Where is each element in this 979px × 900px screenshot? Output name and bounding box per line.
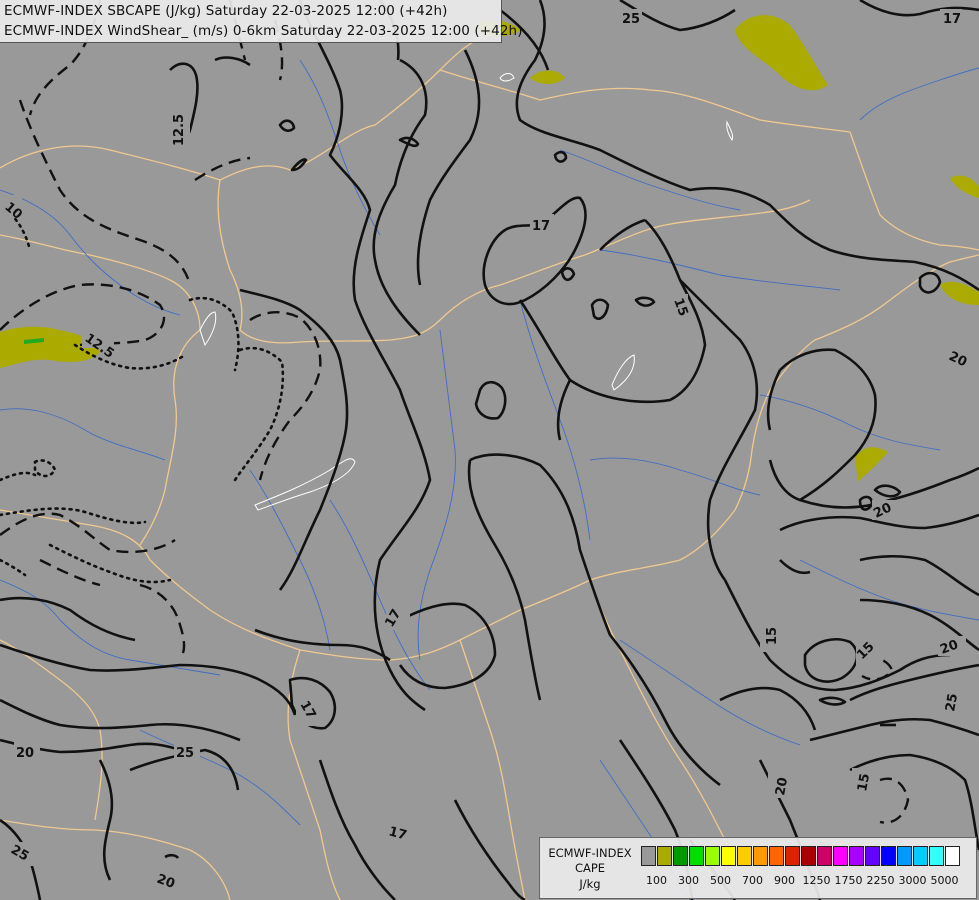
contour-label: 25 — [943, 692, 961, 712]
legend-swatch — [833, 846, 848, 866]
legend-swatch — [737, 846, 752, 866]
legend-swatch — [801, 846, 816, 866]
legend-tick-labels: 100 300 500 700 900 1250 1750 2250 3000 5000 — [540, 874, 976, 890]
legend-swatch — [673, 846, 688, 866]
legend-tick-label: 1250 — [802, 874, 831, 887]
legend-swatch — [657, 846, 672, 866]
legend-tick-label: 300 — [678, 874, 699, 887]
legend-swatch — [817, 846, 832, 866]
legend-swatch — [753, 846, 768, 866]
legend-swatch — [769, 846, 784, 866]
contour-label: 20 — [16, 746, 34, 761]
contour-label: 15 — [765, 627, 780, 645]
cape-legend: ECMWF-INDEX CAPE J/kg 100 300 500 700 900 125… — [539, 837, 977, 899]
legend-tick-label: 900 — [774, 874, 795, 887]
weather-map: 25 17 12.5 10 12.5 17 15 20 20 17 15 15 … — [0, 0, 979, 900]
legend-title-model: ECMWF-INDEX — [548, 846, 632, 860]
legend-swatch — [913, 846, 928, 866]
legend-swatch — [865, 846, 880, 866]
windshear-title: ECMWF-INDEX WindShear_ (m/s) 0-6km Satur… — [4, 23, 523, 39]
legend-swatch — [785, 846, 800, 866]
legend-tick-label: 5000 — [930, 874, 959, 887]
contour-label: 25 — [622, 12, 640, 27]
map-title-box: ECMWF-INDEX SBCAPE (J/kg) Saturday 22-03… — [0, 0, 522, 43]
contour-label: 15 — [855, 772, 873, 792]
legend-swatch — [641, 846, 656, 866]
legend-swatch — [897, 846, 912, 866]
contour-label: 12.5 — [172, 114, 187, 146]
legend-tick-label: 2250 — [866, 874, 895, 887]
legend-swatch — [849, 846, 864, 866]
legend-tick-label: 3000 — [898, 874, 927, 887]
legend-swatch — [881, 846, 896, 866]
legend-swatch — [721, 846, 736, 866]
contour-label: 25 — [176, 746, 194, 761]
legend-swatch — [945, 846, 960, 866]
contour-label: 20 — [773, 776, 791, 796]
legend-swatch — [689, 846, 704, 866]
legend-tick-label: 500 — [710, 874, 731, 887]
legend-swatch — [705, 846, 720, 866]
legend-tick-label: 1750 — [834, 874, 863, 887]
legend-tick-label: 700 — [742, 874, 763, 887]
legend-swatch — [929, 846, 944, 866]
legend-tick-label: 100 — [646, 874, 667, 887]
contour-label: 17 — [943, 12, 961, 27]
legend-color-scale — [641, 846, 961, 866]
cape-title: ECMWF-INDEX SBCAPE (J/kg) Saturday 22-03… — [4, 3, 448, 19]
contour-label: 17 — [532, 219, 550, 234]
